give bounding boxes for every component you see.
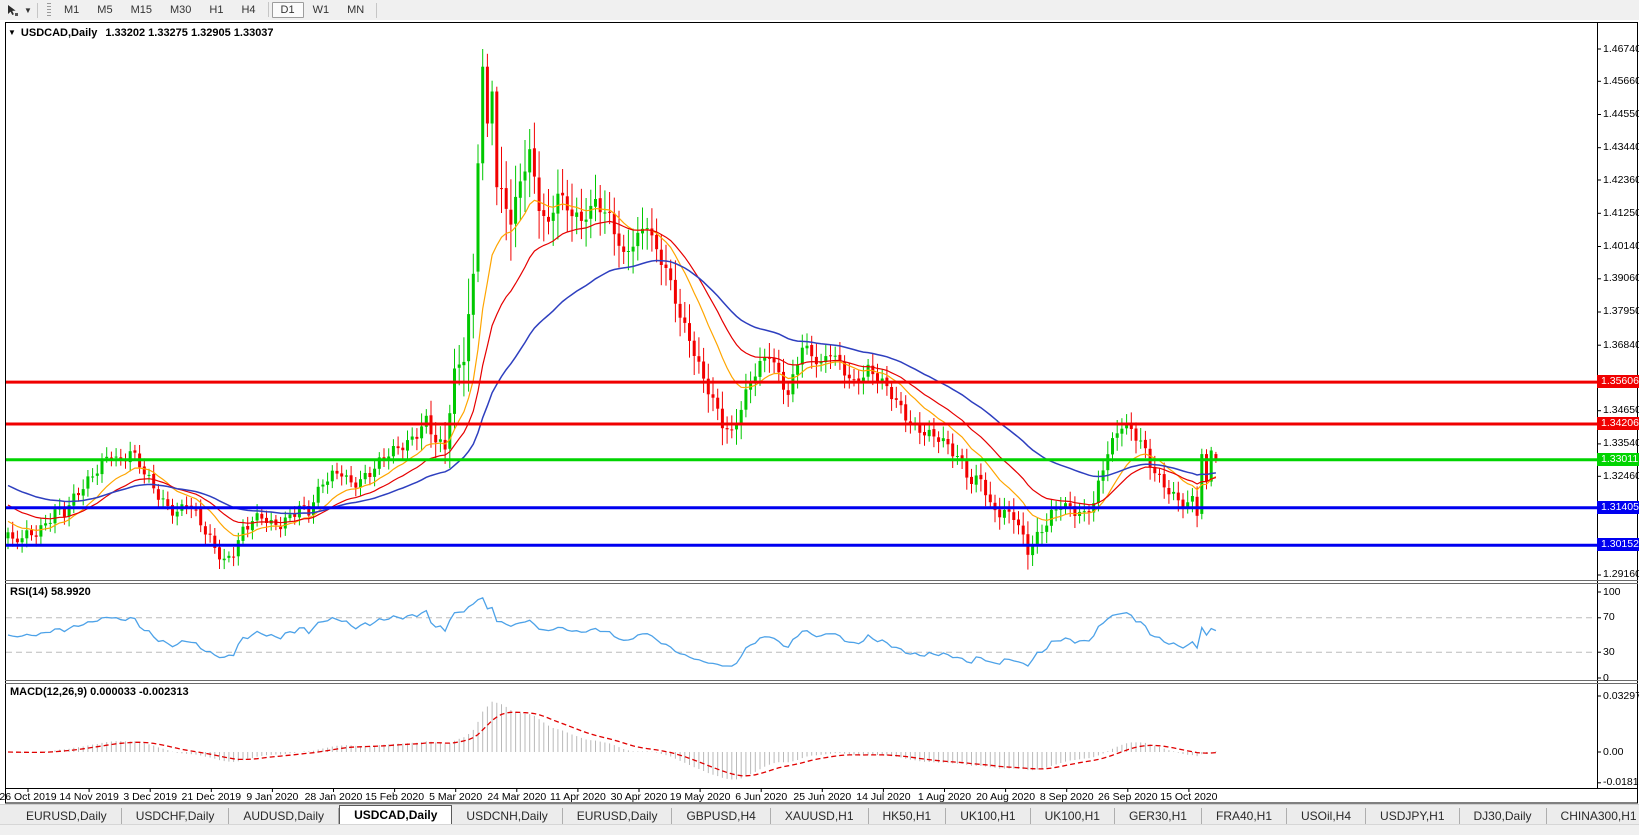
- price-axis-label: 1.36840: [1603, 339, 1639, 351]
- price-axis-label: 1.43440: [1603, 141, 1639, 153]
- macd-axis-label: 0.00: [1603, 746, 1623, 758]
- date-axis-label: 15 Oct 2020: [1146, 791, 1232, 803]
- chart-tab-usdchf-daily[interactable]: USDCHF,Daily: [122, 808, 230, 825]
- price-axis-label: 1.37950: [1603, 305, 1639, 317]
- hline-price-tag: 1.34206: [1597, 417, 1639, 430]
- hline-price-tag: 1.31405: [1597, 501, 1639, 514]
- hline-price-tag: 1.30152: [1597, 538, 1639, 551]
- price-axis-label: 1.41250: [1603, 207, 1639, 219]
- price-axis-label: 1.45660: [1603, 75, 1639, 87]
- macd-indicator-label: MACD(12,26,9) 0.000033 -0.002313: [10, 686, 189, 698]
- price-axis-label: 1.42360: [1603, 174, 1639, 186]
- status-strip: [0, 824, 1639, 835]
- chart-tab-audusd-daily[interactable]: AUDUSD,Daily: [229, 808, 339, 825]
- macd-axis-label: 0.032972: [1603, 690, 1639, 702]
- price-axis-label: 1.44550: [1603, 108, 1639, 120]
- price-axis-label: 1.39060: [1603, 272, 1639, 284]
- chart-tab-uk100-h1[interactable]: UK100,H1: [946, 808, 1030, 825]
- price-axis-label: 1.40140: [1603, 240, 1639, 252]
- hline-price-tag: 1.33011: [1597, 453, 1639, 466]
- chart-tab-hk50-h1[interactable]: HK50,H1: [869, 808, 947, 825]
- chart-symbol-period: USDCAD,Daily: [21, 27, 97, 39]
- rsi-axis-label: 100: [1603, 586, 1621, 598]
- chart-title: ▼ USDCAD,Daily 1.33202 1.33275 1.32905 1.3…: [8, 27, 274, 39]
- chart-tab-china300-h1[interactable]: CHINA300,H1: [1547, 808, 1639, 825]
- chart-tab-usdcad-daily[interactable]: USDCAD,Daily: [339, 805, 452, 825]
- chart-tabs: EURUSD,DailyUSDCHF,DailyAUDUSD,DailyUSDC…: [0, 805, 1639, 825]
- chart-tab-uk100-h1[interactable]: UK100,H1: [1031, 808, 1115, 825]
- price-axis-label: 1.29160: [1603, 568, 1639, 580]
- chart-tab-usoil-h4[interactable]: USOil,H4: [1287, 808, 1366, 825]
- chart-tab-bar: EURUSD,DailyUSDCHF,DailyAUDUSD,DailyUSDC…: [0, 804, 1639, 825]
- chart-canvas[interactable]: [0, 0, 1639, 835]
- chart-tab-eurusd-daily[interactable]: EURUSD,Daily: [12, 808, 122, 825]
- collapse-indicator-icon[interactable]: ▼: [8, 28, 16, 37]
- chart-ohlc-values: 1.33202 1.33275 1.32905 1.33037: [105, 27, 273, 39]
- chart-tab-fra40-h1[interactable]: FRA40,H1: [1202, 808, 1287, 825]
- chart-tab-eurusd-daily[interactable]: EURUSD,Daily: [563, 808, 673, 825]
- chart-tab-usdcnh-daily[interactable]: USDCNH,Daily: [452, 808, 562, 825]
- price-axis-label: 1.34650: [1603, 404, 1639, 416]
- chart-tab-ger30-h1[interactable]: GER30,H1: [1115, 808, 1202, 825]
- rsi-axis-label: 30: [1603, 646, 1615, 658]
- mt4-terminal: ▼ M1M5M15M30H1H4D1W1MN ▼USDCAD,Daily1.33…: [0, 0, 1639, 835]
- price-axis-label: 1.32460: [1603, 470, 1639, 482]
- hline-price-tag: 1.35606: [1597, 375, 1639, 388]
- macd-axis-label: -0.018154: [1603, 776, 1639, 788]
- rsi-indicator-label: RSI(14) 58.9920: [10, 586, 91, 598]
- price-axis-label: 1.46740: [1603, 43, 1639, 55]
- price-axis-label: 1.33540: [1603, 437, 1639, 449]
- chart-tab-usdjpy-h1[interactable]: USDJPY,H1: [1366, 808, 1459, 825]
- chart-tab-dj30-daily[interactable]: DJ30,Daily: [1460, 808, 1547, 825]
- rsi-axis-label: 70: [1603, 611, 1615, 623]
- chart-tab-xauusd-h1[interactable]: XAUUSD,H1: [771, 808, 869, 825]
- chart-tab-gbpusd-h4[interactable]: GBPUSD,H4: [672, 808, 770, 825]
- rsi-axis-label: 0: [1603, 672, 1609, 684]
